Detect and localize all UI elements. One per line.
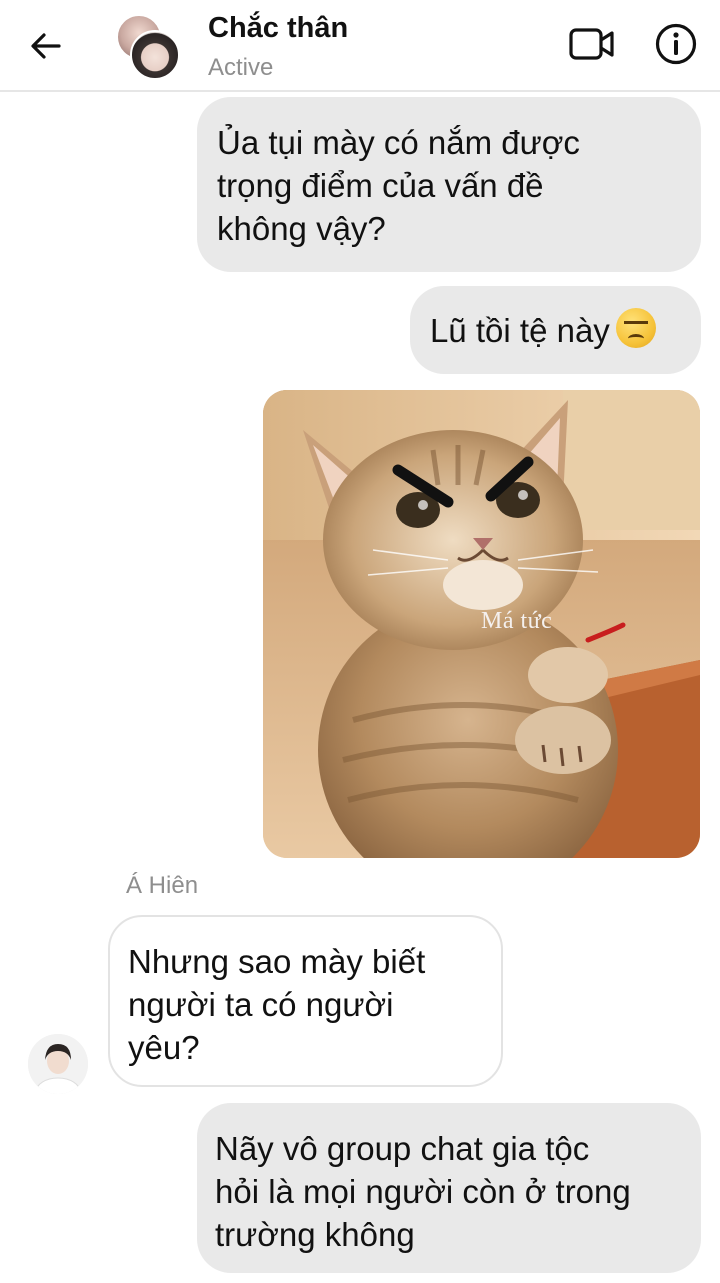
message-text-line: yêu? <box>128 1029 200 1066</box>
incoming-message[interactable]: Nhưng sao mày biết người ta có người yêu… <box>108 915 503 1087</box>
contact-name[interactable]: Chắc thân <box>208 12 348 45</box>
info-icon <box>655 23 697 65</box>
image-caption: Má tức <box>481 608 553 634</box>
message-text-line: không vậy? <box>217 210 386 247</box>
outgoing-message[interactable]: Lũ tồi tệ này <box>410 286 701 374</box>
back-button[interactable] <box>22 24 70 68</box>
chat-header: Chắc thân Active <box>0 0 720 92</box>
outgoing-message[interactable]: Nãy vô group chat gia tộc hỏi là mọi ngư… <box>197 1103 701 1273</box>
message-text-line: Lũ tồi tệ này <box>430 308 681 352</box>
message-text-line: Nãy vô group chat gia tộc <box>215 1130 590 1167</box>
contact-status: Active <box>208 54 274 81</box>
sender-name: Á Hiên <box>126 872 199 899</box>
outgoing-message[interactable]: Ủa tụi mày có nắm được trọng điểm của vấ… <box>197 97 701 272</box>
arrow-left-icon <box>31 33 61 59</box>
message-text-line: người ta có người <box>128 986 394 1023</box>
sender-avatar[interactable] <box>28 1034 88 1094</box>
sender-avatar-image <box>28 1034 88 1094</box>
message-text: Lũ tồi tệ này <box>430 312 610 349</box>
image-message[interactable]: Má tức <box>263 390 700 858</box>
message-text-line: Nhưng sao mày biết <box>128 943 426 980</box>
info-button[interactable] <box>652 20 700 68</box>
message-text-line: trọng điểm của vấn đề <box>217 167 544 204</box>
avatar-image-2 <box>130 30 180 80</box>
angry-face-emoji-icon <box>615 308 656 348</box>
message-text-line: trường không <box>215 1216 415 1253</box>
message-text-line: hỏi là mọi người còn ở trong <box>215 1173 631 1210</box>
contact-avatar[interactable] <box>116 14 180 80</box>
video-call-button[interactable] <box>566 24 618 64</box>
message-text-line: Ủa tụi mày có nắm được <box>217 124 580 161</box>
video-camera-icon <box>569 28 614 60</box>
